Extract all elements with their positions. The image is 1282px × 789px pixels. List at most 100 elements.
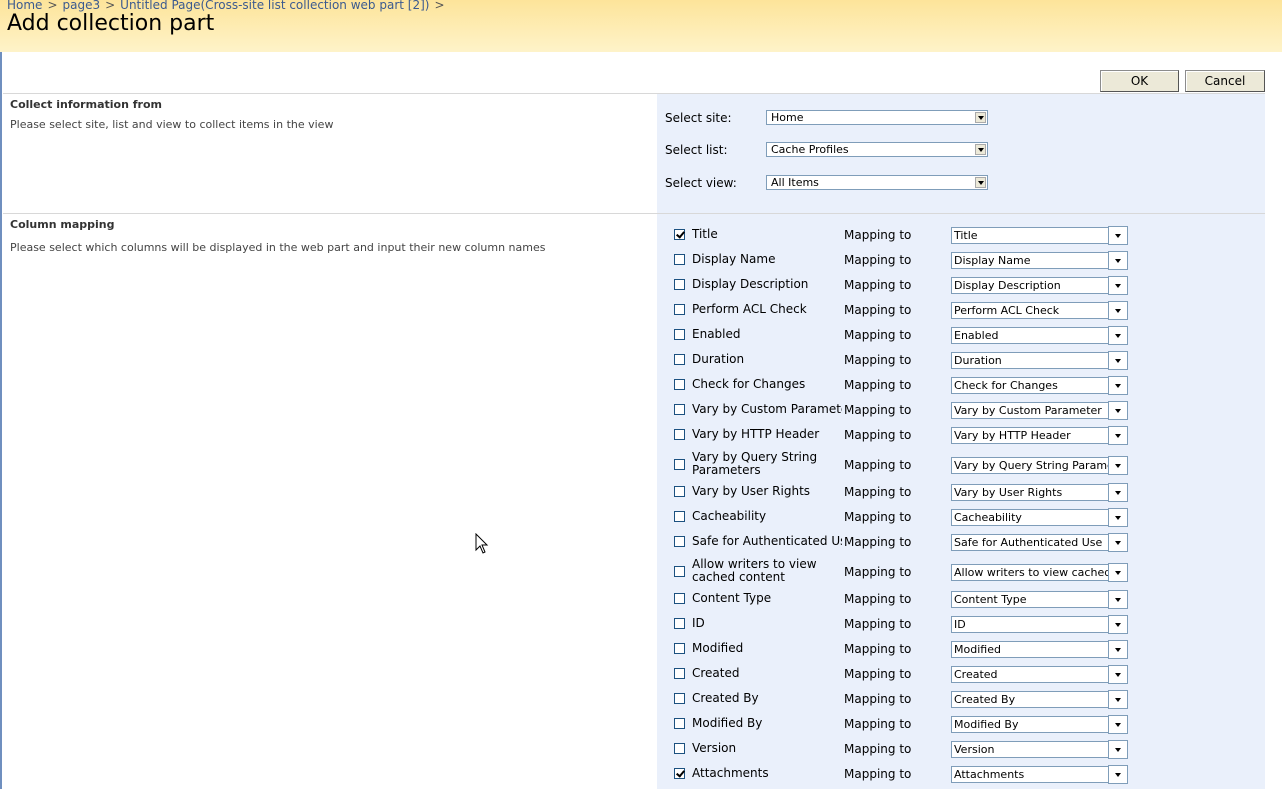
mapping-to-label: Mapping to — [844, 717, 912, 731]
mapped-column-name-input[interactable]: Display Description — [951, 277, 1109, 294]
column-checkbox[interactable] — [674, 536, 685, 547]
column-mapping-row: Created By Mapping to Created By — [657, 687, 1265, 712]
column-checkbox[interactable] — [674, 279, 685, 290]
cancel-button[interactable]: Cancel — [1185, 70, 1265, 92]
chevron-down-icon[interactable] — [1108, 715, 1128, 734]
chevron-down-icon[interactable] — [1108, 483, 1128, 502]
column-mapping-row: Perform ACL Check Mapping to Perform ACL C… — [657, 298, 1265, 323]
column-checkbox[interactable] — [674, 693, 685, 704]
mapping-to-label: Mapping to — [844, 510, 912, 524]
select-list-dropdown[interactable]: Cache Profiles — [766, 142, 988, 157]
column-checkbox[interactable] — [674, 566, 685, 577]
chevron-down-icon[interactable] — [1108, 563, 1128, 582]
mapping-to-label: Mapping to — [844, 692, 912, 706]
column-checkbox[interactable] — [674, 768, 685, 779]
mapped-column-name-input[interactable]: Safe for Authenticated Use — [951, 534, 1109, 551]
mapped-column-name-input[interactable]: Vary by User Rights — [951, 484, 1109, 501]
chevron-down-icon[interactable] — [1108, 690, 1128, 709]
chevron-down-icon[interactable] — [1108, 276, 1128, 295]
column-checkbox[interactable] — [674, 304, 685, 315]
chevron-down-icon[interactable] — [975, 112, 986, 123]
chevron-down-icon[interactable] — [1108, 533, 1128, 552]
column-checkbox[interactable] — [674, 354, 685, 365]
column-name-label: Title — [692, 228, 718, 241]
chevron-down-icon[interactable] — [1108, 351, 1128, 370]
select-site-value: Home — [771, 111, 804, 124]
mapped-column-name-input[interactable]: Attachments — [951, 766, 1109, 783]
mapping-to-label: Mapping to — [844, 403, 912, 417]
chevron-down-icon[interactable] — [1108, 765, 1128, 784]
mapped-column-name-input[interactable]: Content Type — [951, 591, 1109, 608]
column-checkbox[interactable] — [674, 593, 685, 604]
column-checkbox[interactable] — [674, 329, 685, 340]
column-mapping-row: Safe for Authenticated Use Mapping to Safe… — [657, 530, 1265, 555]
chevron-down-icon[interactable] — [1108, 508, 1128, 527]
breadcrumb-separator: > — [434, 0, 445, 12]
chevron-down-icon[interactable] — [1108, 615, 1128, 634]
select-site-label: Select site: — [665, 111, 732, 125]
chevron-down-icon[interactable] — [975, 144, 986, 155]
chevron-down-icon[interactable] — [1108, 326, 1128, 345]
mapped-column-name-input[interactable]: Enabled — [951, 327, 1109, 344]
mapping-to-label: Mapping to — [844, 328, 912, 342]
mapped-column-name-input[interactable]: Allow writers to view cached content — [951, 564, 1109, 581]
mapped-column-name-input[interactable]: Vary by Query String Parameters — [951, 457, 1109, 474]
column-checkbox[interactable] — [674, 429, 685, 440]
mapped-column-name-input[interactable]: Modified — [951, 641, 1109, 658]
chevron-down-icon[interactable] — [1108, 456, 1128, 475]
column-checkbox[interactable] — [674, 718, 685, 729]
column-checkbox[interactable] — [674, 379, 685, 390]
column-mapping-row: Attachments Mapping to Attachments — [657, 762, 1265, 787]
mapped-column-name-input[interactable]: Created By — [951, 691, 1109, 708]
mapped-column-name-input[interactable]: Perform ACL Check — [951, 302, 1109, 319]
column-checkbox[interactable] — [674, 254, 685, 265]
column-mapping-row: Version Mapping to Version — [657, 737, 1265, 762]
chevron-down-icon[interactable] — [1108, 426, 1128, 445]
chevron-down-icon[interactable] — [1108, 740, 1128, 759]
column-checkbox[interactable] — [674, 743, 685, 754]
column-name-label: Version — [692, 742, 737, 755]
column-name-label: Created — [692, 667, 740, 680]
chevron-down-icon[interactable] — [1108, 665, 1128, 684]
column-checkbox[interactable] — [674, 511, 685, 522]
column-checkbox[interactable] — [674, 618, 685, 629]
select-list-label: Select list: — [665, 143, 728, 157]
select-view-dropdown[interactable]: All Items — [766, 175, 988, 190]
select-site-dropdown[interactable]: Home — [766, 110, 988, 125]
mapped-column-name-input[interactable]: Modified By — [951, 716, 1109, 733]
mapped-column-name-input[interactable]: Duration — [951, 352, 1109, 369]
mapped-column-name-input[interactable]: Display Name — [951, 252, 1109, 269]
column-name-label: Display Description — [692, 278, 809, 291]
chevron-down-icon[interactable] — [975, 177, 986, 188]
mapped-column-name-input[interactable]: Version — [951, 741, 1109, 758]
page-left-border — [0, 0, 2, 789]
column-checkbox[interactable] — [674, 229, 685, 240]
mapping-section-title: Column mapping — [10, 218, 115, 231]
column-checkbox[interactable] — [674, 486, 685, 497]
mapped-column-name-input[interactable]: Vary by Custom Parameter — [951, 402, 1109, 419]
column-checkbox[interactable] — [674, 404, 685, 415]
mapped-column-name-input[interactable]: Vary by HTTP Header — [951, 427, 1109, 444]
column-name-label: Enabled — [692, 328, 741, 341]
mapped-column-name-input[interactable]: Cacheability — [951, 509, 1109, 526]
chevron-down-icon[interactable] — [1108, 590, 1128, 609]
select-view-label: Select view: — [665, 176, 737, 190]
column-name-label: Vary by User Rights — [692, 485, 811, 498]
column-checkbox[interactable] — [674, 459, 685, 470]
chevron-down-icon[interactable] — [1108, 376, 1128, 395]
select-view-value: All Items — [771, 176, 819, 189]
chevron-down-icon[interactable] — [1108, 226, 1128, 245]
mapping-to-label: Mapping to — [844, 767, 912, 781]
chevron-down-icon[interactable] — [1108, 640, 1128, 659]
chevron-down-icon[interactable] — [1108, 301, 1128, 320]
mapped-column-name-input[interactable]: Created — [951, 666, 1109, 683]
column-checkbox[interactable] — [674, 668, 685, 679]
column-checkbox[interactable] — [674, 643, 685, 654]
chevron-down-icon[interactable] — [1108, 251, 1128, 270]
ok-button[interactable]: OK — [1100, 70, 1179, 92]
mapped-column-name-input[interactable]: Title — [951, 227, 1109, 244]
mapped-column-name-input[interactable]: ID — [951, 616, 1109, 633]
chevron-down-icon[interactable] — [1108, 401, 1128, 420]
mapped-column-name-input[interactable]: Check for Changes — [951, 377, 1109, 394]
mapping-to-label: Mapping to — [844, 592, 912, 606]
